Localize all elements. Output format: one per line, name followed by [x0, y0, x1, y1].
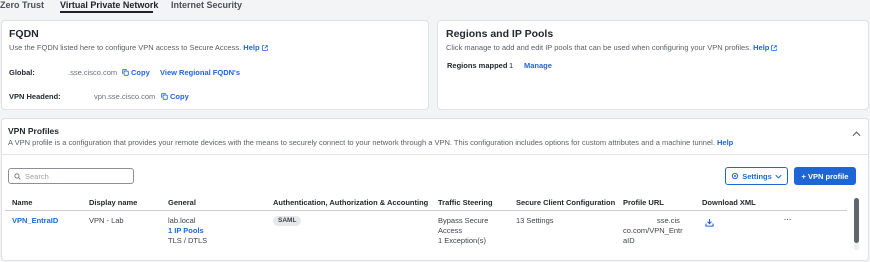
search-icon [14, 172, 21, 180]
global-value: .sse.cisco.com [68, 68, 118, 77]
fqdn-help-link[interactable]: Help [243, 43, 268, 52]
manage-regions-link[interactable]: Manage [524, 61, 552, 70]
column-header-aaa[interactable]: Authentication, Authorization & Accounti… [273, 198, 428, 207]
regions-card: Regions and IP Pools Click manage to add… [437, 20, 869, 110]
ip-pools-link[interactable]: 1 IP Pools [168, 226, 204, 236]
column-header-profile-url[interactable]: Profile URL [623, 198, 664, 207]
tab-virtual-private-network[interactable]: Virtual Private Network [60, 0, 158, 10]
profile-url-line-2: co.com/VPN_Entr [623, 226, 683, 235]
vpn-headend-value: vpn.sse.cisco.com [94, 92, 156, 101]
vpn-profiles-help-link[interactable]: Help [717, 138, 733, 147]
regions-description-text: Click manage to add and edit IP pools th… [446, 43, 752, 52]
section-divider [1, 154, 869, 155]
view-regional-fqdns-link[interactable]: View Regional FQDN's [160, 68, 240, 77]
vpn-profiles-description-text: A VPN profile is a configuration that pr… [8, 138, 715, 147]
chevron-down-icon [775, 174, 782, 179]
column-header-display-name[interactable]: Display name [89, 198, 137, 207]
external-link-icon [261, 45, 268, 51]
chevron-up-icon[interactable] [852, 131, 861, 137]
vpn-profiles-card: VPN Profiles A VPN profile is a configur… [1, 118, 869, 261]
regions-mapped-label: Regions mapped [447, 61, 508, 70]
copy-icon [122, 69, 129, 76]
scrollbar-thumb[interactable] [854, 198, 859, 243]
copy-label[interactable]: Copy [131, 68, 150, 77]
aaa-badge: SAML [273, 216, 302, 226]
regions-help-label[interactable]: Help [753, 43, 769, 52]
tab-zero-trust[interactable]: Zero Trust [0, 0, 44, 10]
profile-name-link[interactable]: VPN_EntraID [12, 216, 58, 226]
copy-icon [161, 93, 168, 100]
column-header-traffic-steering[interactable]: Traffic Steering [438, 198, 493, 207]
search-input[interactable] [25, 171, 125, 181]
tab-internet-security[interactable]: Internet Security [171, 0, 242, 10]
traffic-steering-exceptions: 1 Exception(s) [438, 236, 486, 245]
copy-label[interactable]: Copy [170, 92, 189, 101]
general-domain: lab.local [168, 216, 196, 225]
more-actions-icon[interactable]: ··· [784, 215, 792, 225]
download-icon[interactable] [705, 219, 714, 227]
profile-url-line-3: aID [623, 236, 635, 245]
regions-help-link[interactable]: Help [753, 43, 778, 52]
copy-global-button[interactable]: Copy [122, 68, 150, 77]
regions-title: Regions and IP Pools [446, 28, 554, 40]
fqdn-card: FQDN Use the FQDN listed here to configu… [1, 20, 429, 110]
traffic-steering-line-2: Access [438, 226, 463, 235]
add-vpn-profile-button[interactable]: + VPN profile [794, 167, 856, 185]
settings-button[interactable]: Settings [725, 167, 788, 185]
copy-headend-button[interactable]: Copy [161, 92, 189, 101]
column-header-secure-client-configuration[interactable]: Secure Client Configuration [516, 198, 615, 207]
search-box[interactable] [8, 168, 134, 184]
vpn-headend-label: VPN Headend: [9, 92, 61, 101]
vpn-profiles-description: A VPN profile is a configuration that pr… [8, 138, 733, 147]
general-protocol: TLS / DTLS [168, 236, 208, 245]
display-name-cell: VPN - Lab [89, 216, 124, 225]
fqdn-help-label[interactable]: Help [243, 43, 259, 52]
column-header-name[interactable]: Name [12, 198, 32, 207]
active-tab-indicator [60, 11, 153, 13]
global-label: Global: [9, 68, 35, 77]
table-header-divider [5, 210, 847, 211]
tab-bar: Zero Trust Virtual Private Network Inter… [0, 0, 870, 14]
fqdn-description: Use the FQDN listed here to configure VP… [9, 43, 268, 52]
fqdn-description-text: Use the FQDN listed here to configure VP… [9, 43, 242, 52]
vpn-profiles-title: VPN Profiles [8, 126, 60, 136]
external-link-icon [771, 45, 778, 51]
column-header-general[interactable]: General [168, 198, 196, 207]
column-header-download-xml[interactable]: Download XML [702, 198, 756, 207]
regions-mapped-count: 1 [509, 61, 514, 70]
profile-url-line-1: sse.cis [657, 216, 680, 225]
gear-icon [732, 172, 739, 180]
settings-label[interactable]: Settings [742, 172, 772, 181]
client-config-cell: 13 Settings [516, 216, 554, 225]
regions-description: Click manage to add and edit IP pools th… [446, 43, 778, 52]
traffic-steering-line-1: Bypass Secure [438, 216, 489, 225]
vpn-profiles-help-label[interactable]: Help [717, 138, 733, 147]
fqdn-title: FQDN [9, 28, 39, 40]
